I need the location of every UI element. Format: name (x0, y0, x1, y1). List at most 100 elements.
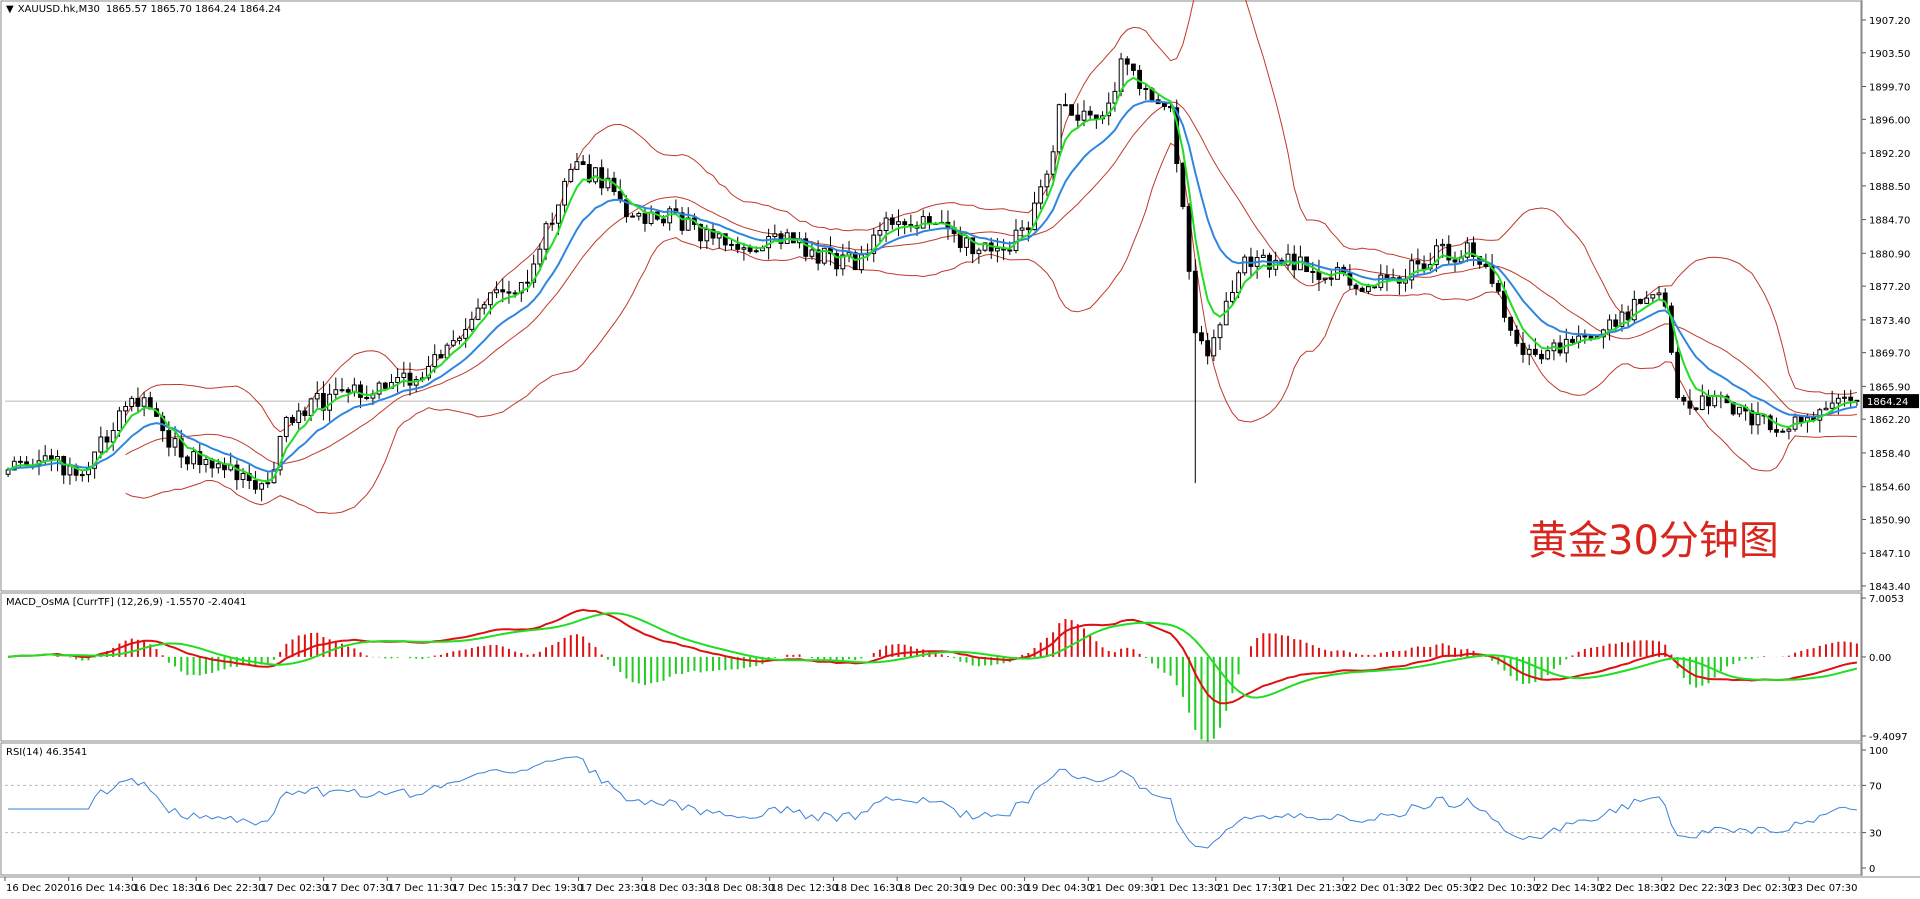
candle-body-up (1056, 104, 1062, 153)
time-axis-label: 18 Dec 03:30 (643, 883, 710, 894)
candle-body-down (1508, 316, 1513, 331)
price-axis-label: 1896.00 (1869, 115, 1910, 126)
candle (871, 228, 877, 263)
candle-body-down (1681, 397, 1687, 402)
candle-body-down (1415, 260, 1421, 265)
macd-axis-label: -9.4097 (1869, 732, 1908, 742)
candle-body-up (976, 249, 982, 255)
macd-chart[interactable]: 7.0053 0.00 -9.4097 MACD_OsMA [CurrTF] (12,… (0, 592, 1920, 742)
candle (1217, 322, 1223, 350)
candle (67, 457, 73, 485)
time-axis-label: 23 Dec 07:30 (1790, 883, 1857, 894)
candle (834, 249, 840, 277)
candle-body-down (1502, 290, 1507, 318)
candle-body-down (1143, 88, 1149, 90)
candle (679, 206, 685, 235)
header-ohlc: 1865.57 1865.70 1864.24 1864.24 (106, 4, 281, 15)
price-chart[interactable]: 1907.20 1903.50 1899.70 1896.00 1892.20 1888.… (0, 0, 1920, 592)
candle-body-up (123, 406, 128, 412)
candle-body-up (1526, 348, 1532, 355)
bollinger-upper-band (125, 0, 1858, 433)
candle (1780, 428, 1786, 433)
candle (469, 311, 475, 332)
candle-body-down (1421, 263, 1427, 270)
candle-body-down (339, 389, 345, 392)
time-axis-label: 23 Dec 02:30 (1727, 883, 1794, 894)
candle (253, 471, 258, 494)
candle-body-down (382, 382, 388, 389)
candle (1335, 262, 1340, 280)
candle (135, 387, 141, 414)
candle-body-up (574, 161, 580, 170)
time-axis-label: 17 Dec 11:30 (388, 883, 455, 894)
candle-body-down (1514, 329, 1520, 344)
rsi-chart[interactable]: 100 70 30 0 RSI(14) 46.3541 (0, 742, 1920, 876)
candle-body-up (1260, 254, 1266, 259)
candle-body-up (593, 167, 598, 183)
candle-body-up (450, 340, 456, 346)
rsi-indicator-pane[interactable]: 100 70 30 0 RSI(14) 46.3541 (0, 742, 1920, 876)
candle-body-down (1706, 395, 1711, 407)
candle (1106, 92, 1112, 126)
price-chart-pane[interactable]: 1907.20 1903.50 1899.70 1896.00 1892.20 1888.… (0, 0, 1920, 592)
time-axis-label: 16 Dec 22:30 (197, 883, 264, 894)
price-plot-frame (0, 0, 1862, 592)
candle-body-down (642, 213, 648, 224)
price-axis-label: 1865.90 (1869, 382, 1910, 393)
candle-body-up (488, 292, 493, 306)
candle-body-down (1180, 163, 1186, 207)
time-axis-label: 22 Dec 05:30 (1408, 883, 1475, 894)
candle-body-up (117, 410, 122, 431)
price-axis-label: 1903.50 (1869, 49, 1910, 60)
candle-body-up (314, 393, 320, 400)
candle-body-down (438, 354, 444, 359)
candle-body-down (364, 397, 370, 399)
time-axis: 16 Dec 2020 16 Dec 14:30 16 Dec 18:30 16 De… (0, 876, 1920, 899)
candle-body-up (191, 451, 196, 465)
candle (1755, 402, 1761, 435)
candle-body-down (1199, 332, 1204, 342)
candle-body-down (852, 252, 858, 271)
candle-body-up (1842, 396, 1847, 399)
candle (562, 178, 568, 214)
macd-indicator-pane[interactable]: 7.0053 0.00 -9.4097 MACD_OsMA [CurrTF] (12,… (0, 592, 1920, 742)
candle-body-up (1019, 227, 1025, 231)
candle-body-up (259, 483, 265, 490)
candle-body-down (1588, 335, 1594, 339)
candle-body-up (333, 389, 339, 395)
candle-body-down (957, 233, 963, 248)
candle (234, 460, 240, 490)
candle-body-down (1613, 319, 1619, 327)
candle (123, 401, 128, 424)
time-axis-label: 19 Dec 00:30 (962, 883, 1029, 894)
candle (1162, 102, 1167, 111)
time-axis-label: 17 Dec 19:30 (516, 883, 583, 894)
candle (1712, 390, 1718, 409)
candle-body-down (166, 430, 172, 448)
candle (1551, 339, 1557, 361)
candle (1582, 329, 1588, 344)
candle-body-up (568, 168, 574, 182)
candle-body-down (747, 247, 753, 252)
candle-body-up (636, 213, 642, 217)
time-axis-label: 21 Dec 21:30 (1280, 883, 1347, 894)
rsi-axis-label: 0 (1869, 864, 1875, 875)
candle (865, 243, 871, 261)
candle-body-up (172, 438, 178, 448)
candle-body-up (1050, 151, 1056, 175)
candle (1508, 316, 1513, 336)
candle-body-down (1675, 351, 1680, 398)
candle (413, 375, 419, 393)
time-axis-label: 22 Dec 18:30 (1599, 883, 1666, 894)
candle (889, 214, 895, 230)
candle (630, 213, 636, 218)
candle (1706, 389, 1711, 415)
candle (475, 298, 481, 321)
candle (1681, 394, 1687, 406)
candle-body-up (729, 243, 734, 246)
candle-body-up (704, 229, 710, 242)
candle (1669, 302, 1674, 355)
candle-body-down (290, 417, 295, 423)
candle-body-up (883, 217, 889, 231)
candle-body-up (1737, 406, 1742, 415)
